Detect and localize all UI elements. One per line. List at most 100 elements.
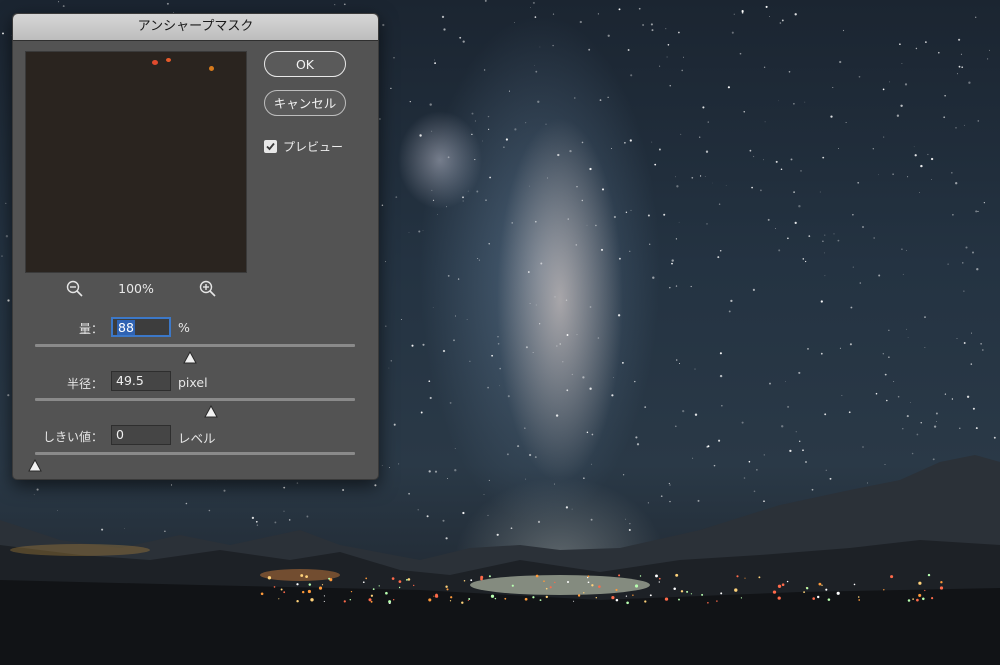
star [597,13,600,15]
star [432,307,434,309]
star [787,237,789,240]
star [497,342,500,345]
amount-value: 88 [117,320,135,335]
star [426,515,429,518]
radius-label: 半径： [66,377,103,391]
town-light [853,583,856,586]
star [955,126,957,129]
town-light [632,594,634,596]
star [571,508,573,510]
town-light [680,590,684,593]
star [630,74,633,77]
radius-input[interactable]: 49.5 [111,371,171,391]
radius-slider-track[interactable] [35,398,355,401]
preview-checkbox[interactable] [264,139,277,153]
star [764,121,766,123]
town-light [655,574,658,578]
star [488,128,490,130]
star [124,528,125,529]
amount-slider-thumb[interactable] [183,349,198,364]
star [789,449,792,453]
town-light [350,590,353,593]
star [833,233,835,235]
star [575,244,578,246]
town-light [587,581,590,584]
star [768,16,770,17]
star [798,440,801,443]
star [824,234,826,236]
star [496,533,499,536]
star [462,40,465,43]
star [920,164,923,168]
cancel-button[interactable]: キャンセル [264,90,346,116]
town-light [461,601,464,604]
star [185,502,188,505]
star [728,310,731,313]
town-light [675,573,679,577]
star [628,528,631,532]
star [775,160,778,163]
star [897,395,900,398]
star [916,433,919,436]
threshold-slider-track[interactable] [35,452,355,455]
star [822,156,825,159]
star [1,255,3,257]
star [902,273,904,275]
star [882,88,885,91]
star [507,395,510,398]
threshold-slider-thumb[interactable] [28,457,42,472]
dialog-title[interactable]: アンシャープマスク [13,14,378,41]
star [283,510,285,512]
ok-button[interactable]: OK [264,51,346,77]
town-light [673,587,676,590]
star [712,182,713,184]
star [943,116,946,119]
star [682,410,685,413]
star [622,474,625,476]
star [434,62,436,64]
town-light [407,578,411,581]
star [824,252,825,254]
threshold-input[interactable]: 0 [111,425,171,445]
star [644,406,647,408]
town-light [827,598,831,601]
star [547,177,548,179]
star [884,464,886,465]
amount-input[interactable]: 88 [111,317,171,337]
star [919,192,920,193]
amount-slider-track[interactable] [35,344,355,347]
star [733,13,735,15]
star [539,46,541,48]
star [951,398,954,400]
star [706,223,708,225]
town-light [615,588,618,592]
town-light [625,595,628,597]
star [725,185,727,186]
town-light [720,592,723,595]
town-light [907,599,911,602]
preview-toggle[interactable]: プレビュー [264,138,343,154]
threshold-unit: レベル [178,431,216,446]
zoom-in-icon[interactable] [198,279,218,299]
star [545,123,547,125]
star [667,44,670,46]
star [5,235,9,238]
star [101,528,104,531]
radius-slider-thumb[interactable] [204,403,218,418]
preview-thumbnail[interactable] [25,51,247,273]
star [534,220,537,223]
star [878,274,881,277]
star [422,230,424,231]
star [718,203,721,205]
town-light [587,575,590,578]
star [409,100,411,103]
star [958,38,961,41]
star [442,519,445,522]
star [610,147,612,149]
star [800,170,802,172]
star [429,396,432,400]
star [867,482,868,484]
star [781,425,784,428]
town-light [818,582,822,586]
star [489,176,491,179]
